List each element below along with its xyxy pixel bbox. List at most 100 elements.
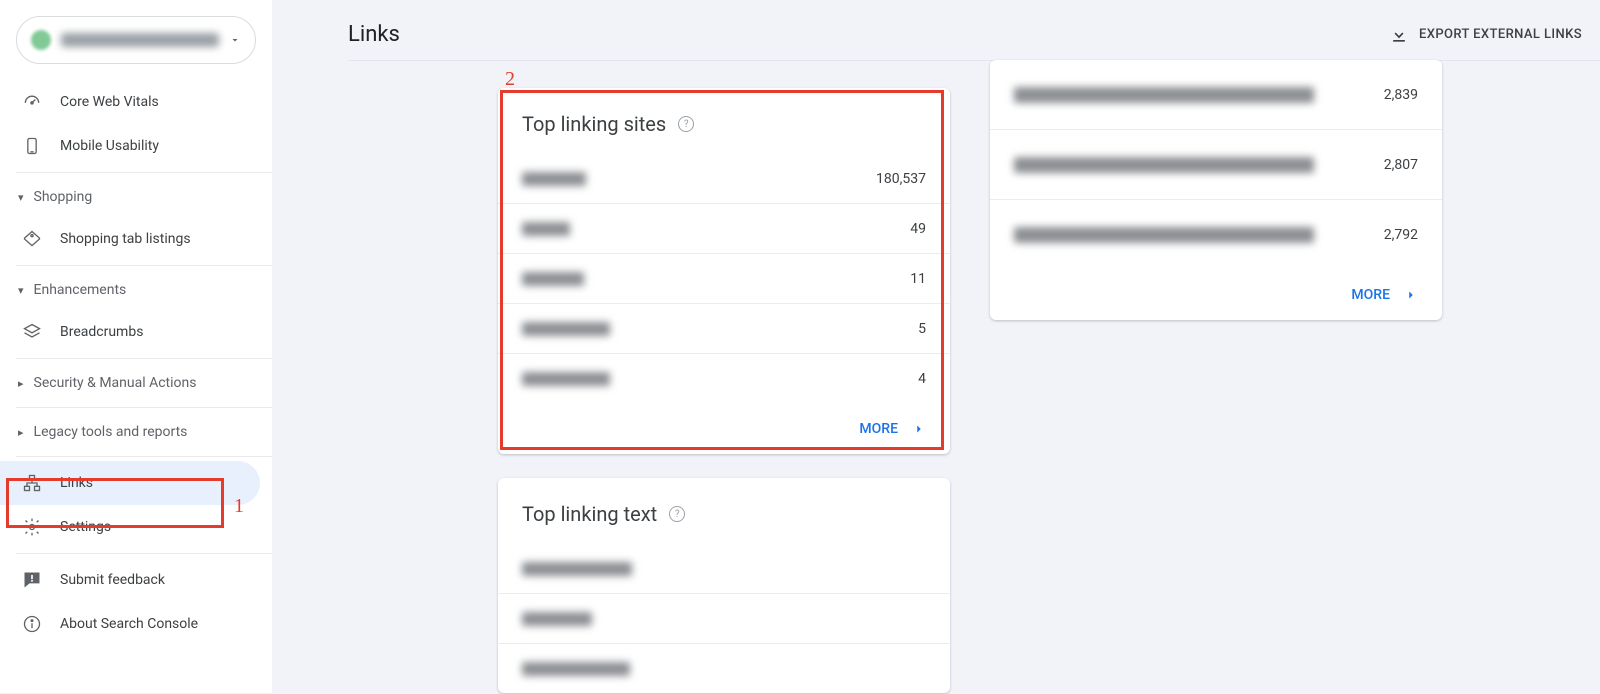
help-icon[interactable]: ? <box>669 506 685 522</box>
row-value: 49 <box>910 221 926 237</box>
table-row[interactable] <box>498 594 950 644</box>
card-top-linked-pages: 2,839 2,807 2,792 MORE <box>990 60 1442 320</box>
property-selector[interactable] <box>16 16 256 64</box>
sidebar-section-label: Legacy tools and reports <box>34 424 188 440</box>
mobile-icon <box>22 136 42 156</box>
export-label: EXPORT EXTERNAL LINKS <box>1419 27 1582 42</box>
table-row[interactable]: 5 <box>498 304 950 354</box>
chevron-down-icon <box>229 34 241 46</box>
table-row[interactable] <box>498 644 950 694</box>
divider <box>16 456 272 457</box>
sidebar: Core Web Vitals Mobile Usability ▾ Shopp… <box>0 0 272 693</box>
sidebar-section-label: Shopping <box>34 189 93 205</box>
sidebar-section-enhancements[interactable]: ▾ Enhancements <box>0 270 272 310</box>
more-label: MORE <box>859 421 898 437</box>
annotation-label-2: 2 <box>505 68 515 91</box>
table-row[interactable]: 2,792 <box>990 200 1442 270</box>
table-row[interactable] <box>498 544 950 594</box>
divider <box>16 358 272 359</box>
row-value: 5 <box>918 321 926 337</box>
row-label <box>522 612 592 626</box>
row-label <box>522 322 610 336</box>
property-icon <box>31 30 51 50</box>
sidebar-item-settings[interactable]: Settings <box>0 505 260 549</box>
sidebar-item-label: Links <box>60 475 93 491</box>
table-row[interactable]: 4 <box>498 354 950 404</box>
row-value: 180,537 <box>876 171 926 187</box>
chevron-down-icon: ▾ <box>18 191 24 204</box>
page-title: Links <box>348 22 400 47</box>
divider <box>16 407 272 408</box>
gear-icon <box>22 517 42 537</box>
download-icon <box>1389 25 1409 45</box>
sidebar-item-label: Breadcrumbs <box>60 324 143 340</box>
more-button[interactable]: MORE <box>498 404 950 454</box>
help-icon[interactable]: ? <box>678 116 694 132</box>
sidebar-item-label: About Search Console <box>60 616 198 632</box>
speedometer-icon <box>22 92 42 112</box>
row-label <box>522 222 570 236</box>
annotation-label-1: 1 <box>234 495 244 518</box>
sidebar-item-mobile-usability[interactable]: Mobile Usability <box>0 124 260 168</box>
info-icon <box>22 614 42 634</box>
table-row[interactable]: 2,839 <box>990 60 1442 130</box>
sidebar-item-breadcrumbs[interactable]: Breadcrumbs <box>0 310 260 354</box>
chevron-down-icon: ▾ <box>18 284 24 297</box>
divider <box>16 553 272 554</box>
card-title: Top linking sites <box>522 112 666 136</box>
more-button[interactable]: MORE <box>990 270 1442 320</box>
table-row[interactable]: 49 <box>498 204 950 254</box>
row-label <box>522 372 610 386</box>
sidebar-item-shopping-tab[interactable]: Shopping tab listings <box>0 217 260 261</box>
row-value: 2,839 <box>1384 87 1418 103</box>
row-value: 11 <box>910 271 926 287</box>
sidebar-item-core-web-vitals[interactable]: Core Web Vitals <box>0 80 260 124</box>
divider <box>16 265 272 266</box>
chevron-right-icon <box>1404 288 1418 302</box>
sidebar-item-label: Core Web Vitals <box>60 94 159 110</box>
card-top-linking-sites: Top linking sites ? 180,537 49 11 5 4 MORE <box>498 88 950 454</box>
pages-table: 2,839 2,807 2,792 <box>990 60 1442 270</box>
sidebar-item-label: Shopping tab listings <box>60 231 191 247</box>
row-label <box>522 662 630 676</box>
property-label <box>61 33 219 47</box>
table-row[interactable]: 2,807 <box>990 130 1442 200</box>
divider <box>16 172 272 173</box>
sidebar-section-label: Enhancements <box>34 282 127 298</box>
row-value: 4 <box>918 371 926 387</box>
chevron-right-icon: ▸ <box>18 426 24 439</box>
chevron-right-icon <box>912 422 926 436</box>
card-title: Top linking text <box>522 502 657 526</box>
layers-icon <box>22 322 42 342</box>
text-table <box>498 544 950 694</box>
sidebar-section-shopping[interactable]: ▾ Shopping <box>0 177 272 217</box>
chevron-right-icon: ▸ <box>18 377 24 390</box>
row-label <box>1014 227 1314 243</box>
sidebar-section-security[interactable]: ▸ Security & Manual Actions <box>0 363 272 403</box>
row-label <box>522 562 632 576</box>
page-header: Links EXPORT EXTERNAL LINKS <box>348 22 1582 47</box>
sidebar-item-label: Settings <box>60 519 111 535</box>
sidebar-item-label: Submit feedback <box>60 572 165 588</box>
sidebar-item-about[interactable]: About Search Console <box>0 602 260 646</box>
table-row[interactable]: 180,537 <box>498 154 950 204</box>
sidebar-item-links[interactable]: Links <box>0 461 260 505</box>
sidebar-item-label: Mobile Usability <box>60 138 159 154</box>
row-label <box>522 172 586 186</box>
row-label <box>1014 157 1314 173</box>
sites-table: 180,537 49 11 5 4 <box>498 154 950 404</box>
row-label <box>1014 87 1314 103</box>
table-row[interactable]: 11 <box>498 254 950 304</box>
sidebar-section-label: Security & Manual Actions <box>34 375 197 391</box>
sidebar-section-legacy[interactable]: ▸ Legacy tools and reports <box>0 412 272 452</box>
export-button[interactable]: EXPORT EXTERNAL LINKS <box>1389 25 1582 45</box>
row-value: 2,807 <box>1384 157 1418 173</box>
more-label: MORE <box>1351 287 1390 303</box>
row-value: 2,792 <box>1384 227 1418 243</box>
sitemap-icon <box>22 473 42 493</box>
tag-icon <box>22 229 42 249</box>
card-top-linking-text: Top linking text ? <box>498 478 950 693</box>
feedback-icon <box>22 570 42 590</box>
row-label <box>522 272 584 286</box>
sidebar-item-feedback[interactable]: Submit feedback <box>0 558 260 602</box>
